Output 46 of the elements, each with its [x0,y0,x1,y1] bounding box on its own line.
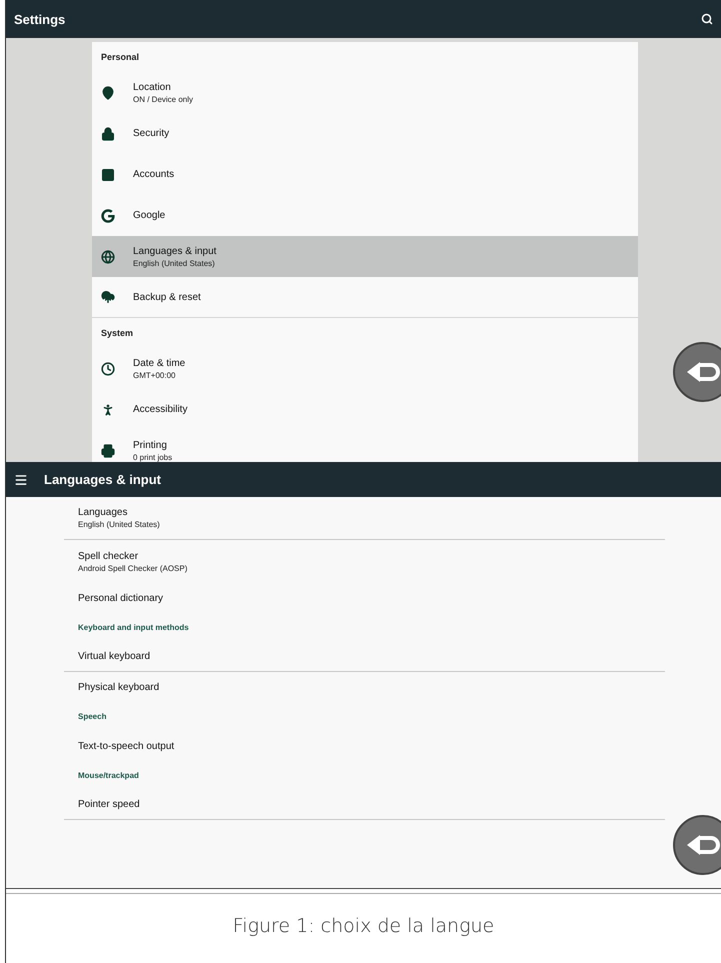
item-title: Accessibility [133,404,188,415]
item-title: Location [133,82,172,92]
settings-item[interactable]: Security [92,113,638,154]
section-header: Speech [78,712,106,721]
settings-item[interactable]: Physical keyboard [78,682,160,692]
globe-icon [101,250,115,264]
item-summary: ON / Device only [133,94,194,104]
person-icon [101,402,115,416]
settings-item[interactable]: Accounts [92,154,638,195]
lock-icon [101,126,115,140]
settings-item[interactable]: Languages & input English (United States) [92,236,638,277]
settings-item[interactable]: Location ON / Device only [92,72,638,113]
settings-item[interactable]: Text-to-speech output [78,740,174,752]
settings-item[interactable]: Backup & reset [92,277,638,318]
item-title: Backup & reset [133,292,201,302]
item-summary: English (United States) [133,258,216,268]
item-title: Languages & input [133,246,216,256]
clock-icon [101,362,115,376]
item-summary: GMT+00:00 [133,370,176,380]
item-title: Security [133,128,170,139]
item-title: Accounts [133,169,174,180]
settings-item[interactable]: Personal dictionary [78,592,164,604]
menu-icon[interactable] [14,472,28,486]
item-title: Google [133,210,166,221]
app-bar-title: Languages & input [44,472,162,487]
section-header: Keyboard and input methods [78,623,189,632]
g-logo-icon [101,208,115,222]
settings-item[interactable]: Pointer speed [78,799,140,810]
item-title: Date & time [133,358,186,368]
item-title: Printing [133,440,168,450]
map-pin-icon [101,86,115,100]
printer-icon [101,444,115,458]
item-summary: 0 print jobs [133,452,172,462]
settings-item[interactable]: Languages English (United States) [78,507,160,529]
figure-caption: Figure 1: choix de la langue [232,914,494,936]
settings-item[interactable]: Spell checker Android Spell Checker (AOSP) [78,550,188,572]
section-header: Personal [100,51,140,64]
section-header: System [100,327,134,340]
search-icon[interactable] [701,13,713,25]
settings-item[interactable]: Virtual keyboard [78,651,150,662]
app-bar-title: Settings [14,12,66,26]
settings-item[interactable]: Accessibility [92,389,638,430]
settings-item[interactable]: Google [92,195,638,236]
section-header: Mouse/trackpad [78,771,139,780]
settings-item[interactable]: Printing 0 print jobs [92,430,638,462]
settings-item[interactable]: Date & time GMT+00:00 [92,348,638,389]
